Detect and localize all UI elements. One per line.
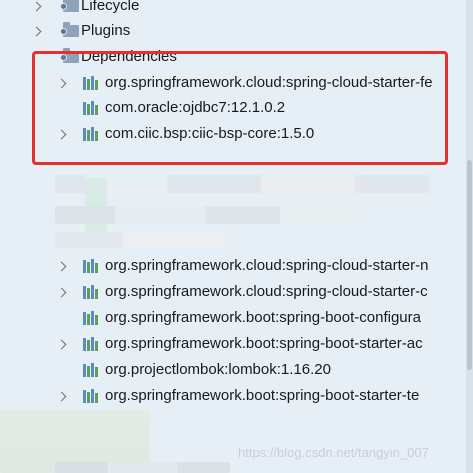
library-icon (82, 362, 100, 378)
red-highlight-box (32, 51, 448, 165)
library-icon (82, 310, 100, 326)
dependency-item[interactable]: org.springframework.cloud:spring-cloud-s… (0, 280, 466, 304)
dependency-label: org.springframework.cloud:spring-cloud-s… (105, 257, 429, 274)
library-icon (82, 284, 100, 300)
redacted-row (55, 462, 230, 473)
chevron-right-icon[interactable] (57, 384, 69, 408)
dependency-item[interactable]: org.springframework.cloud:spring-cloud-s… (0, 254, 466, 278)
dependency-item[interactable]: org.projectlombok:lombok:1.16.20 (0, 358, 466, 382)
dependency-label: org.springframework.cloud:spring-cloud-s… (105, 283, 428, 300)
dependency-item[interactable]: org.springframework.boot:spring-boot-sta… (0, 384, 466, 408)
dependency-item[interactable]: org.springframework.boot:spring-boot-con… (0, 306, 466, 330)
library-icon (82, 258, 100, 274)
watermark-text: https://blog.csdn.net/tangyin_007 (238, 445, 429, 460)
dependency-label: org.springframework.boot:spring-boot-con… (105, 309, 421, 326)
chevron-right-icon[interactable] (32, 19, 44, 43)
maven-project-tree: Lifecycle Plugins Dependencies org.sprin… (0, 0, 466, 473)
dependency-label: org.projectlombok:lombok:1.16.20 (105, 361, 331, 378)
dependency-item[interactable]: org.springframework.boot:spring-boot-sta… (0, 332, 466, 356)
lifecycle-folder-icon (60, 0, 79, 12)
chevron-right-icon[interactable] (57, 280, 69, 304)
dependency-label: org.springframework.boot:spring-boot-sta… (105, 335, 423, 352)
scrollbar-thumb[interactable] (467, 160, 472, 370)
vertical-scrollbar[interactable] (466, 0, 473, 473)
library-icon (82, 336, 100, 352)
chevron-right-icon[interactable] (57, 254, 69, 278)
chevron-right-icon[interactable] (32, 0, 44, 18)
redacted-row (55, 232, 225, 248)
chevron-right-icon[interactable] (57, 332, 69, 356)
tree-node-label: Lifecycle (81, 0, 140, 14)
library-icon (82, 388, 100, 404)
redacted-row (55, 206, 355, 224)
dependency-label: org.springframework.boot:spring-boot-sta… (105, 387, 420, 404)
tree-node-label: Plugins (81, 22, 131, 39)
plugins-folder-icon (60, 22, 79, 37)
redacted-row (55, 175, 430, 193)
tree-node-plugins[interactable]: Plugins (0, 19, 466, 43)
tree-node-lifecycle[interactable]: Lifecycle (0, 0, 466, 18)
